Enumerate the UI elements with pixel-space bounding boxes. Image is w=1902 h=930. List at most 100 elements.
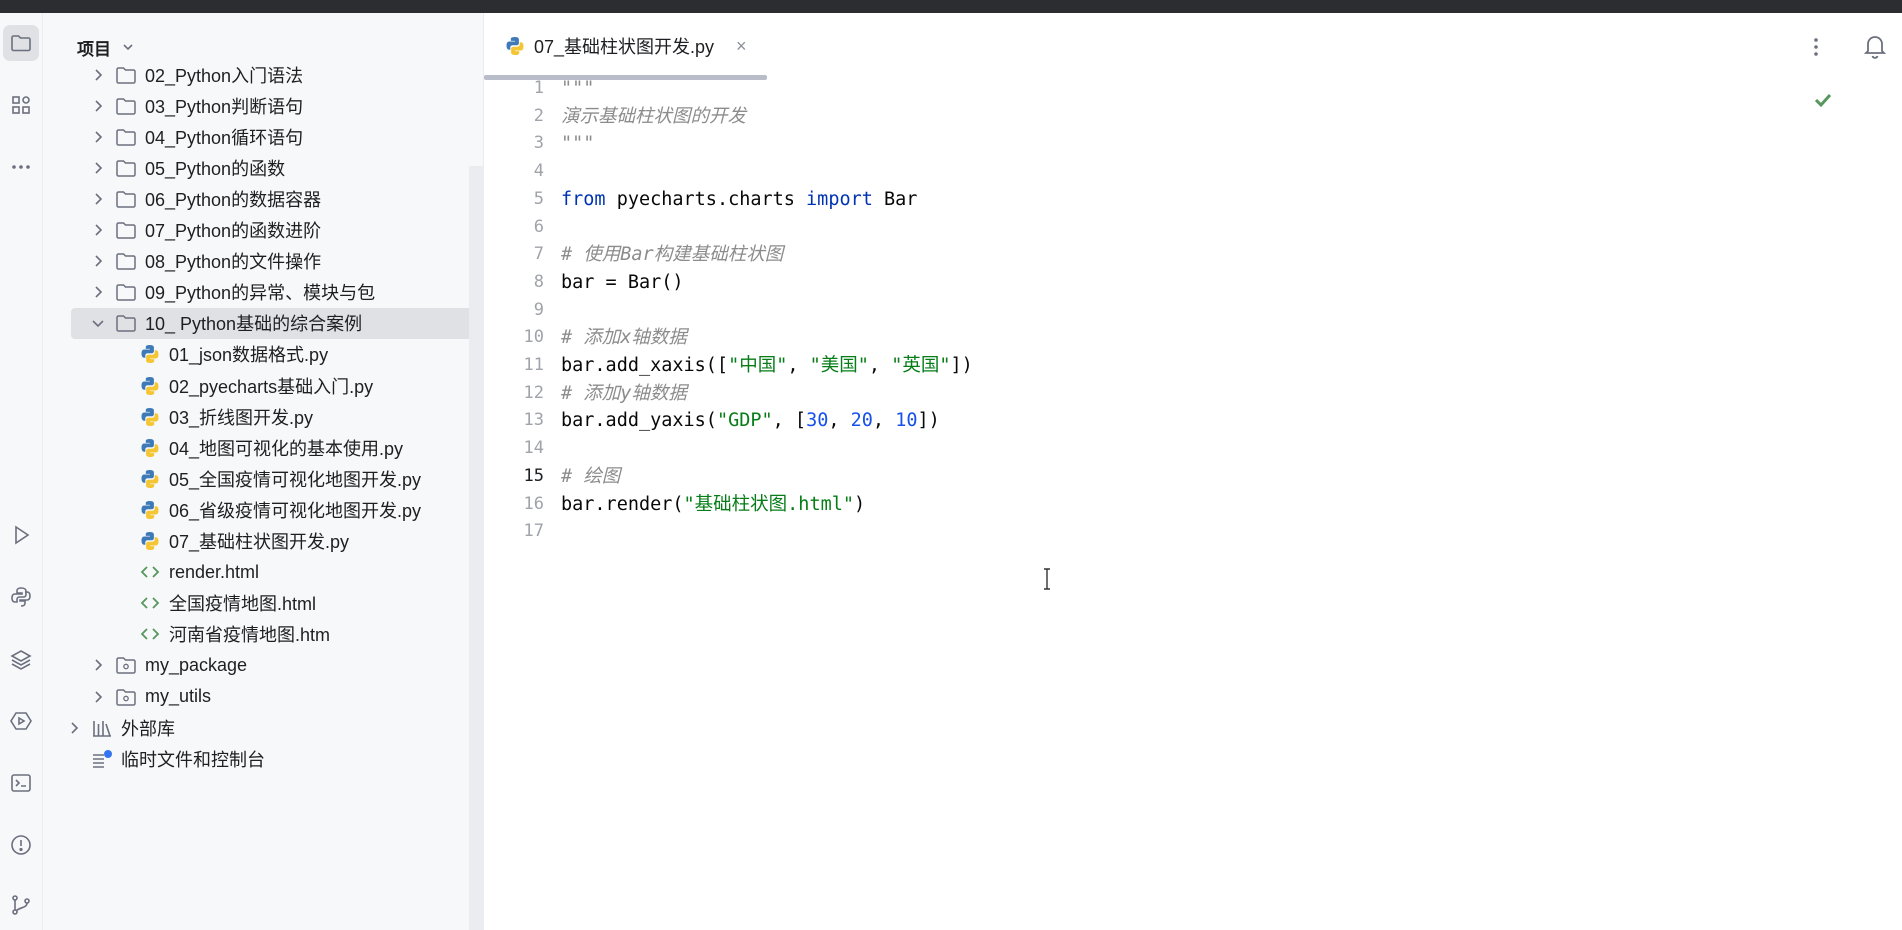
tree-row[interactable]: 外部库 [71, 712, 483, 743]
file-row[interactable]: 05_全国疫情可视化地图开发.py [71, 463, 483, 494]
code-line[interactable]: bar.render("基础柱状图.html") [561, 491, 865, 518]
chevron-right-icon[interactable] [91, 99, 105, 113]
code-line[interactable]: bar = Bar() [561, 269, 684, 296]
chevron-right-icon[interactable] [91, 192, 105, 206]
close-icon[interactable]: × [736, 36, 747, 57]
code-line[interactable]: """ [561, 130, 594, 157]
git-icon[interactable] [3, 887, 39, 923]
line-number: 5 [533, 188, 544, 209]
code-line[interactable]: # 添加y轴数据 [561, 380, 687, 407]
scratches-icon [93, 749, 112, 768]
python-file-icon [141, 438, 159, 457]
code-line[interactable]: 演示基础柱状图的开发 [561, 103, 746, 130]
line-number: 13 [523, 410, 544, 431]
problems-icon[interactable] [3, 827, 39, 863]
code-line[interactable]: # 使用Bar构建基础柱状图 [561, 241, 783, 268]
tree-row[interactable]: 08_Python的文件操作 [71, 246, 483, 277]
tree-row[interactable]: 03_Python判断语句 [71, 90, 483, 121]
chevron-down-icon[interactable] [91, 316, 105, 330]
file-row[interactable]: render.html [71, 557, 483, 588]
code-token: ) [854, 493, 866, 515]
chevron-right-icon[interactable] [91, 68, 105, 82]
code-line[interactable]: bar.add_xaxis(["中国", "美国", "英国"]) [561, 352, 973, 379]
layers-icon[interactable] [3, 641, 39, 677]
editor-tabbar: 07_基础柱状图开发.py × [484, 13, 1902, 80]
folder-icon [116, 128, 136, 146]
line-number: 1 [533, 78, 544, 98]
code-token: ]) [917, 410, 940, 432]
tree-item-label: 06_Python的数据容器 [145, 189, 322, 210]
python-file-icon [506, 37, 524, 55]
tree-row[interactable]: 02_Python入门语法 [71, 59, 483, 90]
tree-item-label: 10_ Python基础的综合案例 [145, 314, 363, 335]
tree-row[interactable]: 07_Python的函数进阶 [71, 215, 483, 246]
file-row[interactable]: 01_json数据格式.py [71, 339, 483, 370]
code-line[interactable]: """ [561, 75, 594, 102]
tree-row[interactable]: my_utils [71, 681, 483, 712]
project-panel-header[interactable]: 项目 [77, 35, 135, 59]
chevron-right-icon[interactable] [91, 223, 105, 237]
code-line[interactable]: from pyecharts.charts import Bar [561, 186, 917, 213]
code-line[interactable]: # 添加x轴数据 [561, 324, 687, 351]
more-tools-icon[interactable] [3, 149, 39, 185]
folder-icon [116, 222, 136, 239]
code-token: bar.render( [561, 493, 684, 515]
tree-item-label: my_utils [145, 686, 212, 707]
chevron-right-icon[interactable] [67, 721, 81, 735]
editor-tab[interactable]: 07_基础柱状图开发.py × [504, 31, 747, 61]
panel-scrollbar[interactable] [469, 166, 483, 930]
folder-icon [116, 253, 136, 270]
code-token: # 添加x轴数据 [561, 327, 687, 349]
line-number: 17 [523, 521, 544, 542]
tree-row[interactable]: my_package [71, 650, 483, 681]
file-row[interactable]: 02_pyecharts基础入门.py [71, 370, 483, 401]
chevron-right-icon[interactable] [91, 254, 105, 268]
code-token: 20 [850, 410, 873, 432]
folder-icon[interactable] [3, 25, 39, 61]
file-row[interactable]: 全国疫情地图.html [71, 588, 483, 619]
structure-icon[interactable] [3, 87, 39, 123]
bell-icon[interactable] [1860, 31, 1890, 61]
tree-row[interactable]: 10_ Python基础的综合案例 [71, 307, 483, 339]
code-token: pyecharts.charts [605, 188, 807, 210]
tree-item-label: 03_Python判断语句 [145, 96, 304, 117]
line-number: 7 [533, 244, 544, 265]
package-icon [116, 688, 136, 706]
code-token: , [828, 410, 851, 432]
tree-row[interactable]: 06_Python的数据容器 [71, 183, 483, 214]
line-number: 3 [533, 133, 544, 154]
file-row[interactable]: 06_省级疫情可视化地图开发.py [71, 494, 483, 525]
tree-row[interactable]: 09_Python的异常、模块与包 [71, 277, 483, 308]
chevron-right-icon[interactable] [91, 161, 105, 175]
chevron-right-icon[interactable] [91, 285, 105, 299]
library-icon [93, 720, 111, 737]
code-token: 10 [895, 410, 918, 432]
tree-row[interactable]: 05_Python的函数 [71, 152, 483, 183]
python-file-icon [141, 376, 159, 395]
terminal-icon[interactable] [3, 765, 39, 801]
code-line[interactable]: bar.add_yaxis("GDP", [30, 20, 10]) [561, 407, 940, 434]
tree-row[interactable]: 临时文件和控制台 [71, 743, 483, 774]
file-row[interactable]: 河南省疫情地图.htm [71, 619, 483, 650]
chevron-right-icon[interactable] [91, 658, 105, 672]
code-line[interactable]: # 绘图 [561, 463, 620, 490]
python-file-icon [141, 532, 159, 551]
file-row[interactable]: 07_基础柱状图开发.py [71, 526, 483, 557]
tree-item-label: 河南省疫情地图.htm [169, 625, 331, 646]
code-token: # 添加y轴数据 [561, 382, 687, 404]
run-icon[interactable] [3, 517, 39, 553]
chevron-right-icon[interactable] [91, 690, 105, 704]
check-icon[interactable] [1812, 89, 1834, 111]
code-token: , [868, 355, 892, 376]
tree-item-label: 07_Python的函数进阶 [145, 221, 322, 242]
file-row[interactable]: 04_地图可视化的基本使用.py [71, 432, 483, 463]
python-console-icon[interactable] [3, 579, 39, 615]
file-row[interactable]: 03_折线图开发.py [71, 401, 483, 432]
code-token: # 使用Bar构建基础柱状图 [561, 244, 784, 266]
tree-row[interactable]: 04_Python循环语句 [71, 121, 483, 152]
services-icon[interactable] [3, 703, 39, 739]
line-number: 8 [533, 271, 544, 292]
more-vertical-icon[interactable] [1804, 35, 1828, 59]
chevron-right-icon[interactable] [91, 130, 105, 144]
code-token: Bar [872, 188, 918, 210]
